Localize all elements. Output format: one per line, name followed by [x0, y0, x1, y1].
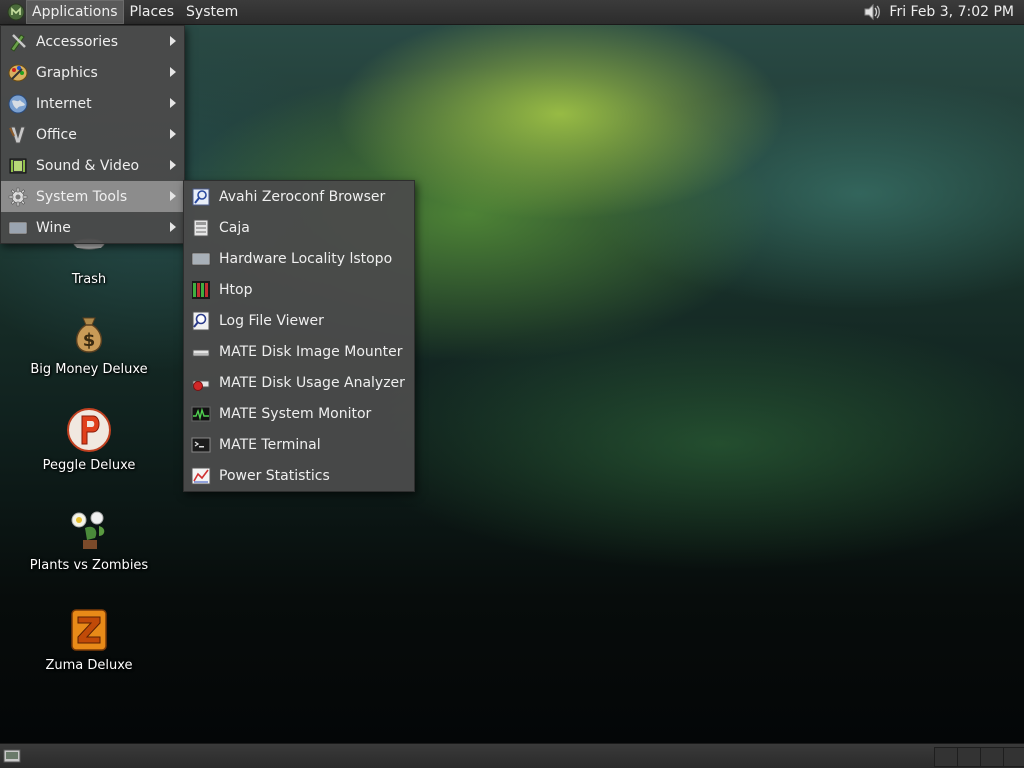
plants-icon — [71, 511, 105, 549]
desktop-icon-label: Big Money Deluxe — [30, 362, 148, 377]
menu-item-mate-disk-usage-analyzer[interactable]: MATE Disk Usage Analyzer — [184, 367, 414, 398]
desktop-icon-zuma[interactable]: Zuma Deluxe — [24, 606, 154, 673]
menu-item-mate-terminal[interactable]: MATE Terminal — [184, 429, 414, 460]
menu-item-wine[interactable]: Wine — [1, 212, 184, 243]
menu-item-graphics[interactable]: Graphics — [1, 57, 184, 88]
applications-menu[interactable]: Applications — [26, 0, 124, 24]
svg-text:$: $ — [83, 330, 96, 351]
mate-logo-icon[interactable] — [6, 2, 26, 22]
disk-usage-icon — [191, 373, 211, 393]
menu-item-label: Htop — [219, 281, 253, 298]
desktop-icon-peggle[interactable]: Peggle Deluxe — [24, 406, 154, 473]
menu-item-label: MATE Disk Usage Analyzer — [219, 374, 405, 391]
wine-icon — [8, 218, 28, 238]
menu-item-label: Sound & Video — [36, 157, 140, 174]
menu-item-label: Caja — [219, 219, 250, 236]
system-tools-submenu: Avahi Zeroconf Browser Caja Hardware Loc… — [183, 180, 415, 492]
places-menu[interactable]: Places — [124, 0, 181, 24]
htop-icon — [191, 280, 211, 300]
submenu-arrow-icon — [170, 67, 176, 77]
sound-video-icon — [8, 156, 28, 176]
peggle-icon — [67, 408, 111, 452]
menu-item-label: Graphics — [36, 64, 98, 81]
office-icon — [8, 125, 28, 145]
menu-item-label: Hardware Locality lstopo — [219, 250, 393, 267]
workspace-3[interactable] — [980, 747, 1004, 767]
submenu-arrow-icon — [170, 222, 176, 232]
menu-item-office[interactable]: Office — [1, 119, 184, 150]
desktop-icon-plants-vs-zombies[interactable]: Plants vs Zombies — [24, 506, 154, 573]
money-bag-icon: $ — [75, 317, 103, 353]
graphics-icon — [8, 63, 28, 83]
volume-icon[interactable] — [861, 1, 883, 23]
workspace-4[interactable] — [1003, 747, 1024, 767]
menu-item-log-file-viewer[interactable]: Log File Viewer — [184, 305, 414, 336]
top-panel-tray: Fri Feb 3, 7:02 PM — [861, 0, 1024, 24]
applications-dropdown: Accessories Graphics Internet Office Sou… — [0, 25, 185, 244]
log-viewer-icon — [191, 311, 211, 331]
disk-mounter-icon — [191, 342, 211, 362]
caja-icon — [191, 218, 211, 238]
menu-item-accessories[interactable]: Accessories — [1, 26, 184, 57]
menu-item-label: MATE System Monitor — [219, 405, 372, 422]
clock[interactable]: Fri Feb 3, 7:02 PM — [883, 4, 1024, 20]
menu-item-label: MATE Terminal — [219, 436, 321, 453]
menu-item-sound-video[interactable]: Sound & Video — [1, 150, 184, 181]
submenu-arrow-icon — [170, 160, 176, 170]
menu-item-htop[interactable]: Htop — [184, 274, 414, 305]
workspace-2[interactable] — [957, 747, 981, 767]
desktop-icon-label: Peggle Deluxe — [42, 458, 136, 473]
menu-item-label: Wine — [36, 219, 71, 236]
menu-item-mate-system-monitor[interactable]: MATE System Monitor — [184, 398, 414, 429]
system-menu[interactable]: System — [180, 0, 244, 24]
accessories-icon — [8, 32, 28, 52]
system-monitor-icon — [191, 404, 211, 424]
menu-item-label: Power Statistics — [219, 467, 330, 484]
submenu-arrow-icon — [170, 191, 176, 201]
menu-item-label: Avahi Zeroconf Browser — [219, 188, 386, 205]
menu-item-label: Office — [36, 126, 77, 143]
avahi-icon — [191, 187, 211, 207]
submenu-arrow-icon — [170, 36, 176, 46]
menu-item-avahi-zeroconf-browser[interactable]: Avahi Zeroconf Browser — [184, 181, 414, 212]
bottom-panel — [0, 743, 1024, 768]
menu-item-label: MATE Disk Image Mounter — [219, 343, 403, 360]
power-stats-icon — [191, 466, 211, 486]
submenu-arrow-icon — [170, 98, 176, 108]
hardware-icon — [191, 249, 211, 269]
zuma-icon — [71, 609, 107, 651]
menu-item-label: Accessories — [36, 33, 119, 50]
menu-item-system-tools[interactable]: System Tools — [1, 181, 184, 212]
desktop-icon-label: Plants vs Zombies — [29, 558, 149, 573]
menu-item-label: Log File Viewer — [219, 312, 324, 329]
menu-item-caja[interactable]: Caja — [184, 212, 414, 243]
menu-item-mate-disk-image-mounter[interactable]: MATE Disk Image Mounter — [184, 336, 414, 367]
menu-item-label: Internet — [36, 95, 92, 112]
internet-icon — [8, 94, 28, 114]
workspace-1[interactable] — [934, 747, 958, 767]
desktop-icon-label: Zuma Deluxe — [45, 658, 133, 673]
gear-icon — [8, 187, 28, 207]
terminal-icon — [191, 435, 211, 455]
desktop-icon-label: Trash — [71, 272, 107, 287]
desktop-icon-big-money[interactable]: $ Big Money Deluxe — [24, 310, 154, 377]
menu-item-label: System Tools — [36, 188, 128, 205]
menu-item-hardware-locality-lstopo[interactable]: Hardware Locality lstopo — [184, 243, 414, 274]
top-panel: Applications Places System Fri Feb 3, 7:… — [0, 0, 1024, 25]
menu-item-power-statistics[interactable]: Power Statistics — [184, 460, 414, 491]
show-desktop-icon[interactable] — [3, 748, 21, 764]
submenu-arrow-icon — [170, 129, 176, 139]
menu-item-internet[interactable]: Internet — [1, 88, 184, 119]
